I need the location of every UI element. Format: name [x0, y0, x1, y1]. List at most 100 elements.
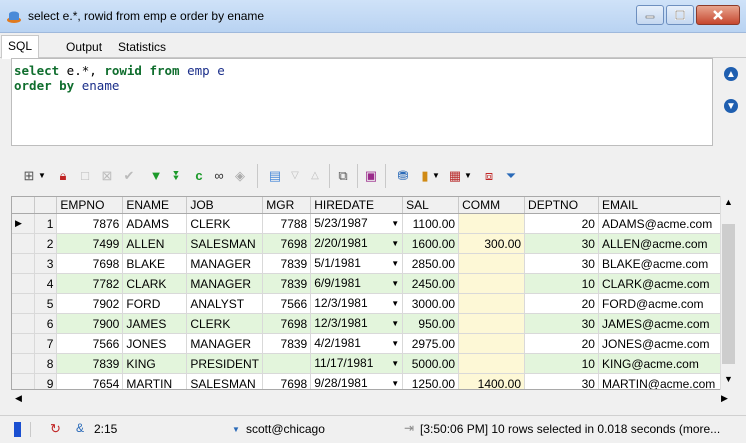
grid-cell[interactable]: 7499: [56, 233, 124, 254]
grid-cell[interactable]: 7698: [262, 313, 312, 334]
grid-cell[interactable]: JONES: [122, 333, 188, 354]
chevron-down-icon[interactable]: ▼: [232, 425, 240, 434]
grid-cell[interactable]: MARTIN@acme.com: [598, 373, 735, 389]
grid-cell[interactable]: JAMES: [122, 313, 188, 334]
grid-cell[interactable]: 7698: [56, 253, 124, 274]
table-row[interactable]: 9 7654 MARTIN SALESMAN 7698 9/28/1981 ▼ 1250.00…: [12, 373, 735, 390]
chevron-down-icon[interactable]: ▼: [431, 168, 441, 184]
grid-cell[interactable]: 7839: [262, 273, 312, 294]
grid-cell[interactable]: 30: [524, 313, 599, 334]
grid-cell[interactable]: 300.00: [458, 233, 526, 254]
table-row[interactable]: ▶ 1 7876 ADAMS CLERK 7788 5/23/1987 ▼ 1100.00 20 A…: [12, 213, 735, 234]
grid-cell[interactable]: 5000.00: [402, 353, 460, 374]
table-row[interactable]: 2 7499 ALLEN SALESMAN 7698 2/20/1981 ▼ 1600.00 3…: [12, 233, 735, 254]
grid-cell[interactable]: FORD: [122, 293, 188, 314]
scroll-up-icon[interactable]: ▲: [724, 197, 733, 207]
grid-cell[interactable]: 7839: [262, 253, 312, 274]
grid-cell[interactable]: 10: [524, 273, 599, 294]
connection-label[interactable]: scott@chicago: [246, 422, 325, 436]
scroll-right-icon[interactable]: ▶: [721, 393, 728, 404]
grid-cell[interactable]: 7698: [262, 233, 312, 254]
date-dropdown-icon[interactable]: ▼: [391, 276, 399, 292]
grid-cell[interactable]: 4/2/1981 ▼: [310, 333, 404, 354]
grid-cell[interactable]: [458, 333, 526, 354]
column-header[interactable]: EMAIL: [598, 197, 735, 214]
grid-cell[interactable]: [262, 353, 312, 374]
grid-cell[interactable]: MANAGER: [186, 273, 264, 294]
grid-cell[interactable]: KING@acme.com: [598, 353, 735, 374]
grid-cell[interactable]: BLAKE: [122, 253, 188, 274]
grid-cell[interactable]: 7654: [56, 373, 124, 389]
grid-cell[interactable]: PRESIDENT: [186, 353, 264, 374]
table-row[interactable]: 4 7782 CLARK MANAGER 7839 6/9/1981 ▼ 2450.00 10 C…: [12, 273, 735, 294]
grid-cell[interactable]: ADAMS@acme.com: [598, 213, 735, 234]
date-dropdown-icon[interactable]: ▼: [391, 336, 399, 352]
date-dropdown-icon[interactable]: ▼: [391, 356, 399, 372]
date-dropdown-icon[interactable]: ▼: [391, 236, 399, 252]
grid-cell[interactable]: SALESMAN: [186, 233, 264, 254]
scrollbar-thumb[interactable]: [722, 224, 735, 364]
next-statement-icon[interactable]: ▼: [724, 99, 738, 113]
lock-icon[interactable]: 🔒︎: [55, 168, 71, 184]
grid-cell[interactable]: 3000.00: [402, 293, 460, 314]
grid-cell[interactable]: 2/20/1981 ▼: [310, 233, 404, 254]
compare-icon[interactable]: ⧈: [481, 168, 497, 184]
grid-cell[interactable]: SALESMAN: [186, 373, 264, 389]
grid-cell[interactable]: 1600.00: [402, 233, 460, 254]
tab-statistics[interactable]: Statistics: [112, 37, 172, 57]
column-header[interactable]: SAL: [402, 197, 460, 214]
binoculars-icon[interactable]: ∞: [211, 168, 227, 184]
grid-cell[interactable]: 7900: [56, 313, 124, 334]
chevron-down-icon[interactable]: ▼: [37, 168, 47, 184]
table-row[interactable]: 7 7566 JONES MANAGER 7839 4/2/1981 ▼ 2975.00 20 J…: [12, 333, 735, 354]
grid-cell[interactable]: CLARK@acme.com: [598, 273, 735, 294]
column-header[interactable]: MGR: [262, 197, 312, 214]
result-grid[interactable]: EMPNO ENAME JOB MGR HIREDATE SAL COMM DE…: [11, 196, 736, 390]
grid-cell[interactable]: 7902: [56, 293, 124, 314]
grid-cell[interactable]: 5/1/1981 ▼: [310, 253, 404, 274]
refresh-icon[interactable]: c: [191, 168, 207, 184]
grid-cell[interactable]: 2450.00: [402, 273, 460, 294]
table-row[interactable]: 6 7900 JAMES CLERK 7698 12/3/1981 ▼ 950.00 30 JAM…: [12, 313, 735, 334]
fetch-last-icon[interactable]: ⏬︎: [169, 168, 185, 184]
filter-icon[interactable]: ⏷: [503, 168, 519, 184]
grid-cell[interactable]: 7788: [262, 213, 312, 234]
chevron-down-icon[interactable]: ▼: [463, 168, 473, 184]
grid-cell[interactable]: 950.00: [402, 313, 460, 334]
clear-icon[interactable]: ◈: [232, 168, 248, 184]
grid-cell[interactable]: 6/9/1981 ▼: [310, 273, 404, 294]
date-dropdown-icon[interactable]: ▼: [391, 376, 399, 390]
grid-cell[interactable]: [458, 253, 526, 274]
grid-cell[interactable]: 5/23/1987 ▼: [310, 213, 404, 234]
vertical-scrollbar[interactable]: ▲ ▼: [720, 196, 736, 390]
fetch-next-icon[interactable]: ▼: [148, 168, 164, 184]
column-header[interactable]: EMPNO: [56, 197, 124, 214]
date-dropdown-icon[interactable]: ▼: [391, 316, 399, 332]
minimize-button[interactable]: [636, 5, 664, 25]
grid-cell[interactable]: JAMES@acme.com: [598, 313, 735, 334]
grid-cell[interactable]: CLERK: [186, 213, 264, 234]
grid-cell[interactable]: 2850.00: [402, 253, 460, 274]
select-mode-icon[interactable]: ⊞: [21, 168, 37, 184]
table-row[interactable]: 8 7839 KING PRESIDENT 11/17/1981 ▼ 5000.00 10 KI…: [12, 353, 735, 374]
grid-layout-icon[interactable]: ▦: [447, 168, 463, 184]
grid-cell[interactable]: KING: [122, 353, 188, 374]
grid-cell[interactable]: CLERK: [186, 313, 264, 334]
grid-cell[interactable]: ALLEN: [122, 233, 188, 254]
scroll-left-icon[interactable]: ◀: [15, 393, 22, 404]
grid-cell[interactable]: JONES@acme.com: [598, 333, 735, 354]
column-header[interactable]: COMM: [458, 197, 526, 214]
column-header[interactable]: HIREDATE: [310, 197, 404, 214]
single-record-view-icon[interactable]: ▤: [267, 168, 283, 184]
grid-cell[interactable]: 20: [524, 213, 599, 234]
grid-cell[interactable]: [458, 353, 526, 374]
date-dropdown-icon[interactable]: ▼: [391, 256, 399, 272]
grid-cell[interactable]: 20: [524, 333, 599, 354]
column-header[interactable]: ENAME: [122, 197, 188, 214]
maximize-button[interactable]: [666, 5, 694, 25]
grid-cell[interactable]: [458, 273, 526, 294]
next-record-icon[interactable]: ▽: [287, 168, 303, 184]
grid-cell[interactable]: [458, 213, 526, 234]
grid-cell[interactable]: ANALYST: [186, 293, 264, 314]
grid-cell[interactable]: 7566: [262, 293, 312, 314]
